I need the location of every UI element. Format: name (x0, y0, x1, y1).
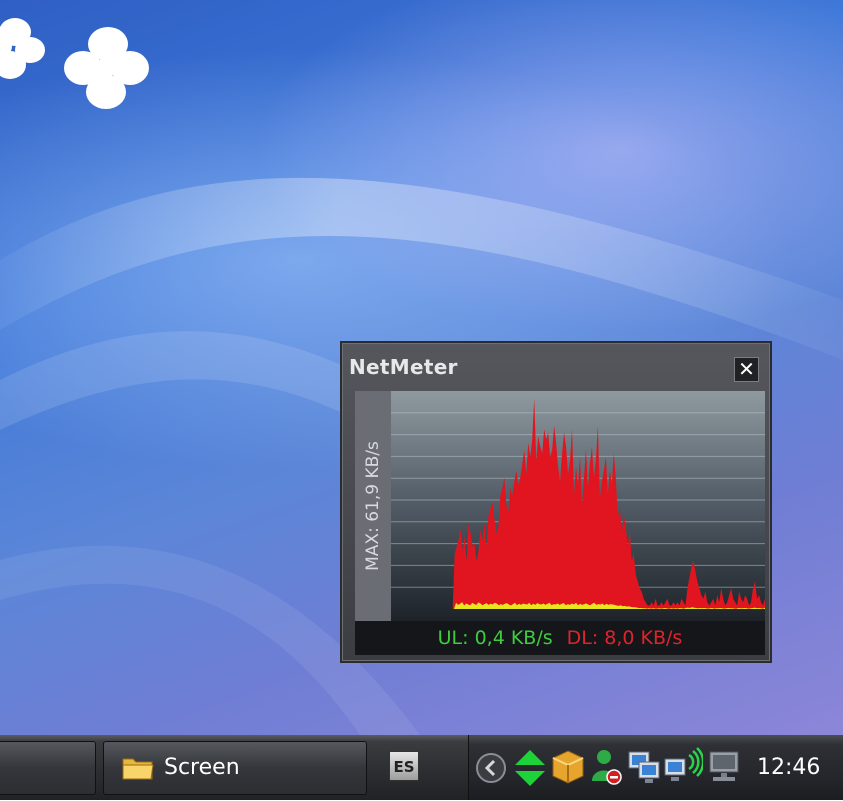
taskbar-button-screen[interactable]: Screen (103, 741, 367, 795)
download-speed: DL: 8,0 KB/s (566, 627, 683, 649)
wireless-network-icon[interactable] (663, 747, 703, 785)
window-title: NetMeter (349, 355, 458, 379)
traffic-graph: MAX: 61,9 KB/s (355, 391, 765, 621)
network-updown-icon[interactable] (513, 749, 547, 787)
flower-decoration (64, 27, 149, 109)
taskbar-button[interactable] (0, 741, 96, 795)
netmeter-window[interactable]: NetMeter ✕ MAX: 61,9 KB/s UL: 0,4 KB/s DL… (340, 341, 772, 663)
max-label: MAX: 61,9 KB/s (363, 441, 383, 571)
upload-speed: UL: 0,4 KB/s (437, 627, 553, 649)
speed-status-bar: UL: 0,4 KB/s DL: 8,0 KB/s (355, 621, 765, 655)
network-disconnected-icon[interactable] (707, 749, 743, 785)
max-label-panel: MAX: 61,9 KB/s (355, 391, 391, 621)
clock[interactable]: 12:46 (757, 735, 820, 800)
user-status-icon[interactable] (589, 747, 623, 787)
taskbar-button-label: Screen (164, 755, 240, 780)
language-indicator[interactable]: ES (389, 751, 419, 781)
package-icon[interactable] (551, 749, 585, 785)
monitor-computers-icon[interactable] (627, 749, 661, 785)
traffic-plot (391, 391, 765, 621)
chevron-left-icon[interactable] (475, 752, 507, 784)
close-button[interactable]: ✕ (734, 357, 759, 382)
system-tray: 12:46 (468, 735, 843, 800)
folder-icon (122, 758, 154, 780)
flower-decoration (0, 18, 45, 79)
taskbar: Screen ES 12:46 (0, 735, 843, 800)
